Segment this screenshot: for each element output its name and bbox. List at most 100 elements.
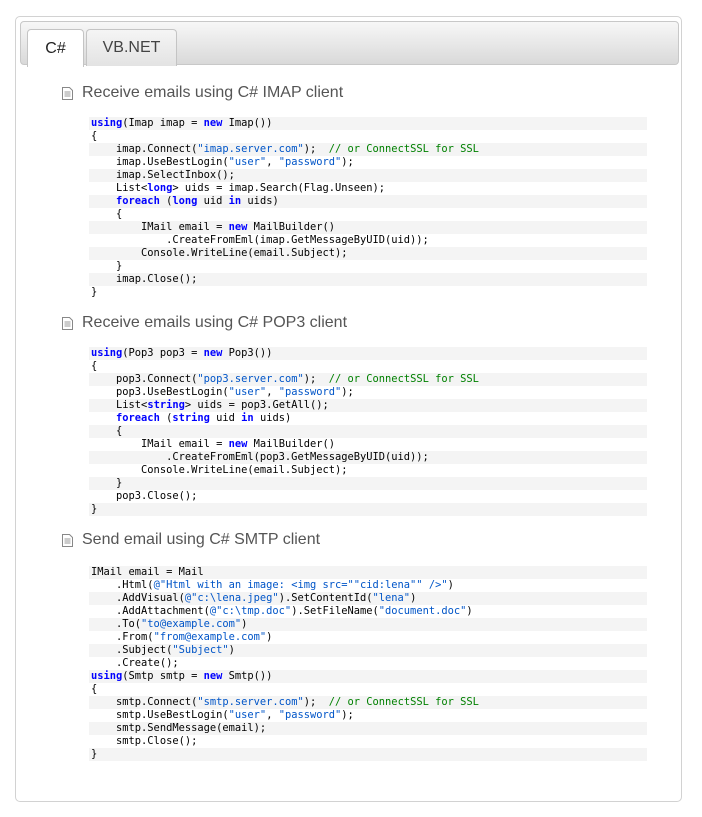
code-token: uids) [253,412,292,424]
code-token: smtp.Close(); [91,735,198,747]
code-token: ); [341,386,354,398]
code-token: new [203,347,223,359]
code-token: new [228,438,248,450]
code-token: in [241,412,254,424]
code-token: "Subject" [172,644,229,656]
tab-vbnet[interactable]: VB.NET [86,29,177,66]
code-line: { [89,683,647,696]
code-token: "user" [228,709,267,721]
code-line: { [89,360,647,373]
code-line: foreach (string uid in uids) [89,412,647,425]
code-token: List< [91,399,148,411]
code-token: ) [466,605,473,617]
code-token: foreach [116,412,160,424]
code-token: // or ConnectSSL for SSL [328,373,479,385]
code-token: ).SetContentId( [278,592,373,604]
document-icon [62,86,73,100]
code-token: ( [159,195,173,207]
code-token: string [172,412,210,424]
code-line: smtp.Connect("smtp.server.com"); // or C… [89,696,647,709]
code-token: { [91,360,98,372]
code-line: .AddAttachment(@"c:\tmp.doc").SetFileNam… [89,605,647,618]
code-token: .Create(); [91,657,179,669]
code-line: imap.Connect("imap.server.com"); // or C… [89,143,647,156]
code-line: { [89,425,647,438]
code-token: // or ConnectSSL for SSL [328,143,479,155]
code-token: ); [303,143,329,155]
code-token: "user" [228,386,267,398]
code-token: .From( [91,631,154,643]
code-token: IMail email = [91,221,229,233]
code-token: pop3.Connect( [91,373,198,385]
code-block-imap: using(Imap imap = new Imap()){ imap.Conn… [89,117,647,299]
code-token: ); [303,696,329,708]
code-token: { [91,683,98,695]
code-token: foreach [116,195,160,207]
code-token: smtp.Connect( [91,696,198,708]
language-tab-bar: C# VB.NET [20,21,679,67]
section-title-text: Receive emails using C# IMAP client [82,84,344,101]
code-token: long [172,195,198,207]
section-title: Receive emails using C# POP3 client [62,313,347,333]
code-token: uids) [241,195,279,207]
code-line: .CreateFromEml(imap.GetMessageByUID(uid)… [89,234,647,247]
code-token: .AddVisual( [91,592,185,604]
code-token: MailBuilder() [247,221,336,233]
code-token: pop3.UseBestLogin( [91,386,229,398]
code-token: ); [341,156,354,168]
code-token: ); [341,709,354,721]
code-token: @"c:\tmp.doc" [209,605,292,617]
code-token: .Subject( [91,644,173,656]
code-samples-panel: C# VB.NET Receive emails using C# IMAP c… [15,16,682,802]
code-token: ) [228,644,235,656]
code-token: ) [266,631,273,643]
code-line: .AddVisual(@"c:\lena.jpeg").SetContentId… [89,592,647,605]
code-line: .CreateFromEml(pop3.GetMessageByUID(uid)… [89,451,647,464]
code-token: ) [447,579,454,591]
code-token: Console.WriteLine(email.Subject); [91,464,348,476]
code-token: MailBuilder() [247,438,336,450]
code-line: IMail email = Mail [89,566,647,579]
code-token: ( [159,412,173,424]
code-token: imap.Close(); [91,273,198,285]
code-token: IMail email = Mail [91,566,204,578]
code-token: using [91,347,123,359]
code-token: long [147,182,173,194]
code-token: { [91,130,98,142]
code-token: ); [303,373,329,385]
code-line: .To("to@example.com") [89,618,647,631]
section-title: Send email using C# SMTP client [62,530,320,550]
code-token: .CreateFromEml(pop3.GetMessageByUID(uid)… [91,451,429,463]
code-token: "password" [278,156,342,168]
code-line: } [89,748,647,761]
code-line: } [89,260,647,273]
code-line: Console.WriteLine(email.Subject); [89,464,647,477]
code-token: imap.UseBestLogin( [91,156,229,168]
code-token: "document.doc" [378,605,467,617]
code-line: using(Smtp smtp = new Smtp()) [89,670,647,683]
code-token: ).SetFileName( [291,605,379,617]
code-line: .Html(@"Html with an image: <img src=""c… [89,579,647,592]
code-token: "imap.server.com" [197,143,304,155]
code-token: IMail email = [91,438,229,450]
code-token: // or ConnectSSL for SSL [328,696,479,708]
code-token: smtp.UseBestLogin( [91,709,229,721]
code-line: .Create(); [89,657,647,670]
code-token: uid [209,412,242,424]
code-line: .From("from@example.com") [89,631,647,644]
code-line: IMail email = new MailBuilder() [89,221,647,234]
code-token: Console.WriteLine(email.Subject); [91,247,348,259]
code-line: List<string> uids = pop3.GetAll(); [89,399,647,412]
code-token: } [91,477,123,489]
code-line: { [89,208,647,221]
code-token: Pop3()) [222,347,273,359]
code-token: , [266,386,279,398]
code-token: using [91,670,123,682]
code-token: .AddAttachment( [91,605,210,617]
code-token: > uids = pop3.GetAll(); [184,399,329,411]
code-token: .CreateFromEml(imap.GetMessageByUID(uid)… [91,234,429,246]
code-line: smtp.SendMessage(email); [89,722,647,735]
tab-csharp[interactable]: C# [27,29,84,67]
